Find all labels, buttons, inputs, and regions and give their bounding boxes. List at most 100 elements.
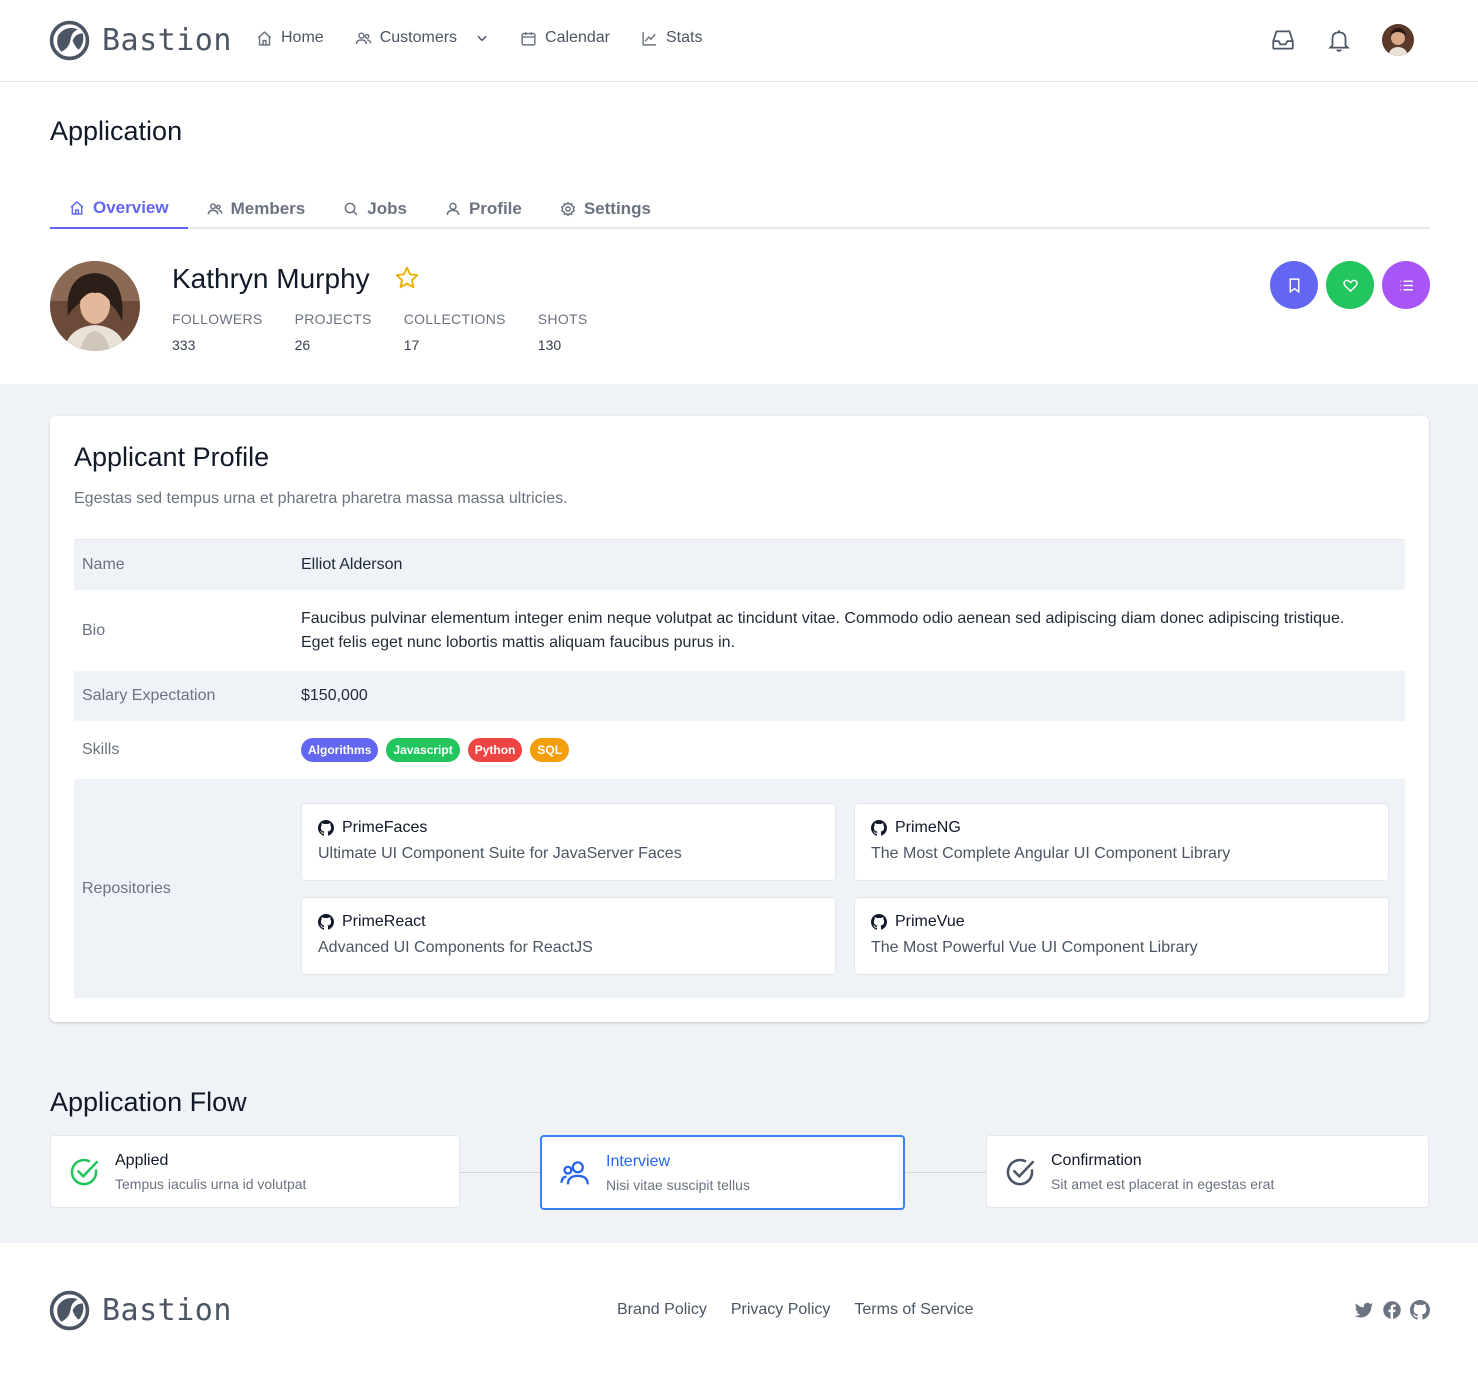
flow-step-applied[interactable]: Applied Tempus iaculis urna id volutpat — [50, 1135, 460, 1208]
flow-step-interview[interactable]: Interview Nisi vitae suscipit tellus — [540, 1135, 905, 1210]
footer-link-privacy-policy[interactable]: Privacy Policy — [731, 1301, 831, 1319]
twitter-icon[interactable] — [1354, 1300, 1374, 1320]
check-circle-icon — [70, 1158, 99, 1185]
main-nav: Home Customers Calendar Stats — [256, 29, 733, 47]
list-button[interactable] — [1382, 261, 1430, 309]
repo-name: PrimeVue — [895, 912, 965, 930]
skill-tag: Algorithms — [301, 738, 379, 762]
stat-label: COLLECTIONS — [403, 311, 506, 327]
nav-item-label: Calendar — [545, 29, 610, 46]
repo-name: PrimeReact — [342, 912, 426, 930]
favorite-button[interactable] — [1326, 261, 1374, 309]
user-avatar[interactable] — [1382, 24, 1414, 56]
card-subtitle: Egestas sed tempus urna et pharetra phar… — [74, 490, 568, 507]
detail-label: Bio — [82, 621, 106, 639]
tab-label: Overview — [93, 198, 169, 217]
footer-logo[interactable]: Bastion — [49, 1290, 232, 1331]
brand-logo[interactable]: Bastion — [49, 20, 232, 61]
tab-label: Members — [230, 199, 306, 218]
section-title: Application Flow — [50, 1087, 247, 1117]
skill-tag: Python — [467, 738, 523, 762]
repo-card[interactable]: PrimeNG The Most Complete Angular UI Com… — [854, 802, 1389, 881]
check-circle-icon — [1006, 1158, 1035, 1185]
nav-item-calendar[interactable]: Calendar — [520, 29, 610, 47]
tab-bar: Overview Members Jobs Profile Settings — [50, 189, 1430, 229]
stat-value: 26 — [294, 337, 311, 353]
notifications-button[interactable] — [1326, 27, 1352, 53]
repository-grid: PrimeFaces Ultimate UI Component Suite f… — [301, 802, 1389, 975]
profile-summary: Kathryn Murphy FOLLOWERS 333 PROJECTS 26… — [50, 261, 1430, 353]
github-icon — [871, 913, 887, 930]
tab-profile[interactable]: Profile — [426, 189, 541, 229]
repo-description: Advanced UI Components for ReactJS — [318, 938, 593, 956]
profile-stats: FOLLOWERS 333 PROJECTS 26 COLLECTIONS 17… — [172, 311, 620, 353]
flow-connector — [460, 1172, 541, 1173]
repo-name: PrimeNG — [895, 818, 961, 836]
skill-tag: Javascript — [386, 738, 460, 762]
facebook-icon[interactable] — [1382, 1300, 1402, 1320]
tab-overview[interactable]: Overview — [50, 189, 188, 229]
social-links — [1354, 1300, 1430, 1320]
inbox-button[interactable] — [1270, 27, 1296, 53]
skill-tag: SQL — [530, 738, 570, 762]
detail-row-repositories: Repositories PrimeFaces Ultimate UI Comp… — [74, 779, 1405, 998]
detail-value: Faucibus pulvinar elementum integer enim… — [301, 609, 1345, 651]
profile-name: Kathryn Murphy — [172, 263, 370, 294]
calendar-icon — [521, 31, 536, 46]
star-icon[interactable] — [394, 265, 420, 291]
tab-members[interactable]: Members — [188, 189, 325, 229]
stat-label: FOLLOWERS — [172, 311, 263, 327]
step-title: Interview — [606, 1152, 671, 1170]
main-content: Applicant Profile Egestas sed tempus urn… — [0, 384, 1478, 1243]
gear-icon — [560, 201, 575, 217]
bookmark-button[interactable] — [1270, 261, 1318, 309]
user-icon — [446, 202, 460, 216]
brand-name: Bastion — [102, 23, 232, 58]
flow-step-confirmation[interactable]: Confirmation Sit amet est placerat in eg… — [986, 1135, 1429, 1208]
step-description: Sit amet est placerat in egestas erat — [1051, 1175, 1275, 1192]
stat-value: 333 — [172, 337, 196, 353]
profile-avatar — [50, 261, 140, 351]
nav-item-label: Customers — [379, 29, 458, 46]
users-icon — [560, 1160, 589, 1184]
repo-card[interactable]: PrimeReact Advanced UI Components for Re… — [301, 896, 836, 975]
stat-projects: PROJECTS 26 — [295, 311, 372, 353]
nav-item-customers[interactable]: Customers — [355, 29, 489, 47]
github-icon — [318, 913, 334, 930]
logo-icon — [49, 1290, 90, 1331]
github-icon[interactable] — [1410, 1300, 1430, 1320]
repo-description: The Most Complete Angular UI Component L… — [871, 844, 1231, 862]
page-header: Application Overview Members Jobs Profil… — [0, 82, 1478, 384]
detail-row-salary: Salary Expectation $150,000 — [74, 671, 1405, 721]
inbox-icon — [1272, 30, 1294, 50]
nav-item-stats[interactable]: Stats — [641, 29, 702, 47]
card-title: Applicant Profile — [74, 442, 270, 472]
repo-card[interactable]: PrimeVue The Most Powerful Vue UI Compon… — [854, 896, 1389, 975]
github-icon — [318, 819, 334, 836]
stat-followers: FOLLOWERS 333 — [172, 311, 263, 353]
nav-item-label: Stats — [665, 29, 703, 46]
skill-tags: Algorithms Javascript Python SQL — [301, 738, 570, 762]
detail-row-skills: Skills Algorithms Javascript Python SQL — [74, 721, 1405, 779]
tab-label: Settings — [583, 199, 651, 218]
tab-label: Profile — [468, 199, 522, 218]
detail-label: Salary Expectation — [82, 687, 216, 704]
nav-item-label: Home — [281, 29, 324, 46]
search-icon — [344, 202, 358, 216]
tab-settings[interactable]: Settings — [541, 189, 670, 229]
tab-jobs[interactable]: Jobs — [324, 189, 426, 229]
nav-item-home[interactable]: Home — [256, 29, 324, 47]
repo-card[interactable]: PrimeFaces Ultimate UI Component Suite f… — [301, 802, 836, 881]
footer-link-terms[interactable]: Terms of Service — [854, 1301, 973, 1319]
footer-links: Brand Policy Privacy Policy Terms of Ser… — [617, 1301, 974, 1319]
logo-icon — [49, 20, 90, 61]
footer-link-brand-policy[interactable]: Brand Policy — [617, 1301, 707, 1319]
application-flow: Applied Tempus iaculis urna id volutpat … — [50, 1135, 1429, 1210]
repo-description: The Most Powerful Vue UI Component Libra… — [871, 938, 1198, 956]
top-actions — [1270, 24, 1414, 56]
users-icon — [355, 31, 371, 44]
step-description: Tempus iaculis urna id volutpat — [115, 1175, 307, 1192]
flow-connector — [905, 1172, 986, 1173]
brand-name: Bastion — [102, 1293, 232, 1328]
page-title: Application — [50, 116, 183, 146]
